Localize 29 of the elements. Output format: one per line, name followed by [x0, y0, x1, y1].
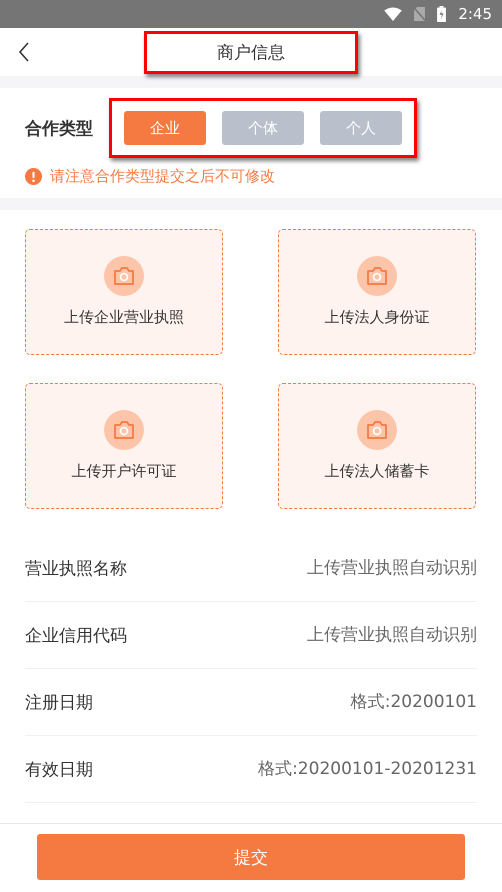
back-icon[interactable]: [18, 42, 30, 62]
field-label: 注册日期: [25, 692, 93, 714]
no-sim-icon: [414, 7, 426, 21]
field-label: 企业信用代码: [25, 624, 127, 646]
field-label: 营业执照名称: [25, 558, 127, 580]
upload-card[interactable]: 上传开户许可证: [25, 383, 223, 509]
camera-icon: [357, 256, 397, 296]
upload-label: 上传企业营业执照: [64, 308, 184, 326]
upload-card[interactable]: 上传企业营业执照: [25, 229, 223, 355]
battery-charging-icon: [437, 6, 446, 22]
wifi-icon: [384, 7, 402, 21]
camera-icon: [104, 410, 144, 450]
camera-icon: [357, 410, 397, 450]
input-field[interactable]: 上传营业执照自动识别: [187, 558, 477, 578]
input-field[interactable]: 上传营业执照自动识别: [187, 625, 477, 645]
camera-icon: [104, 256, 144, 296]
warning-text: 请注意合作类型提交之后不可修改: [50, 167, 275, 186]
input-field[interactable]: 格式:20200101: [187, 692, 477, 712]
upload-label: 上传开户许可证: [72, 462, 176, 480]
upload-card[interactable]: 上传法人储蓄卡: [278, 383, 476, 509]
clock-time: 2:45: [458, 5, 492, 23]
upload-card[interactable]: 上传法人身份证: [278, 229, 476, 355]
warning-icon: [25, 168, 42, 185]
page-title: 商户信息: [144, 30, 358, 74]
field-label: 合作类型: [25, 118, 93, 140]
input-field[interactable]: 格式:20200101-20201231: [187, 759, 477, 779]
field-label: 有效日期: [25, 758, 93, 780]
upload-label: 上传法人身份证: [324, 308, 430, 326]
upload-label: 上传法人储蓄卡: [324, 462, 430, 480]
